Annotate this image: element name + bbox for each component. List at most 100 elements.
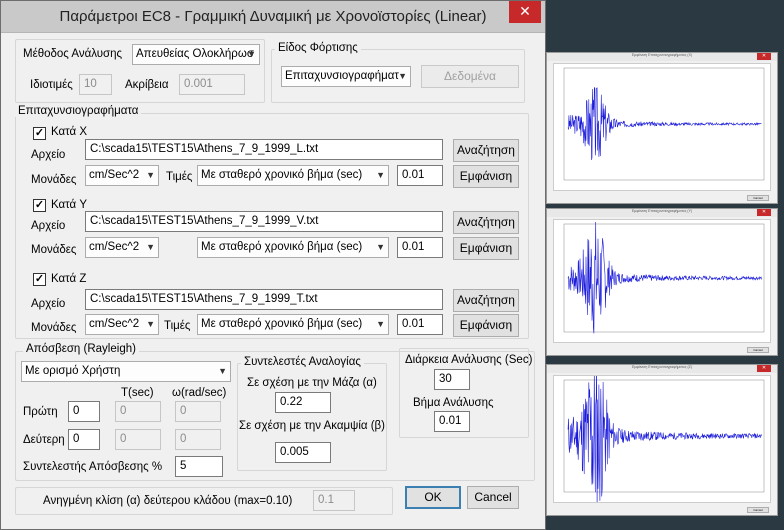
show-button-x[interactable]: Εμφάνιση xyxy=(453,165,519,188)
damping-title: Απόσβεση (Rayleigh) xyxy=(23,343,139,355)
second-label: Δεύτερη xyxy=(23,434,65,446)
first-w-field[interactable]: 0 xyxy=(175,401,221,422)
chevron-down-icon: ▼ xyxy=(247,49,256,59)
plot-window-close-button[interactable]: ✕ xyxy=(757,365,771,372)
accuracy-field[interactable]: 0.001 xyxy=(179,74,245,95)
axis-z-label: Κατά Z xyxy=(51,273,87,285)
second-field[interactable]: 0 xyxy=(68,429,100,450)
units-select-z[interactable]: cm/Sec^2 ▼ xyxy=(85,314,159,335)
analysis-step-field[interactable]: 0.01 xyxy=(434,411,470,432)
axis-x-checkbox[interactable]: ✓ xyxy=(33,127,46,140)
stiffness-field[interactable]: 0.005 xyxy=(275,442,331,463)
units-label-y: Μονάδες xyxy=(31,244,77,256)
chevron-down-icon: ▼ xyxy=(146,242,155,252)
search-button-y[interactable]: Αναζήτηση xyxy=(453,211,519,234)
show-button-y[interactable]: Εμφάνιση xyxy=(453,237,519,260)
show-button-z[interactable]: Εμφάνιση xyxy=(453,314,519,337)
ec8-parameters-dialog: Παράμετροι EC8 - Γραμμική Δυναμική με Χρ… xyxy=(0,0,546,530)
stiffness-label: Σε σχέση με την Ακαμψία (β) xyxy=(239,420,386,432)
proportional-title: Συντελεστές Αναλογίας xyxy=(241,356,364,368)
plot-area xyxy=(553,362,771,515)
plot-cancel-button[interactable]: Cancel xyxy=(747,507,769,513)
mass-field[interactable]: 0.22 xyxy=(275,392,331,413)
method-value: Απευθείας Ολοκλήρωσ xyxy=(136,48,254,60)
ok-button[interactable]: OK xyxy=(405,486,461,509)
file-field-x[interactable]: C:\scada15\TEST15\Athens_7_9_1999_L.txt xyxy=(85,139,443,160)
accelerogram-window-x: Εμφάνιση Επιταχυνσιογραφήματος (X) ✕ Can… xyxy=(546,52,778,204)
axis-y-checkbox[interactable]: ✓ xyxy=(33,199,46,212)
file-label-z: Αρχείο xyxy=(31,298,66,310)
accelerogram-window-z: Εμφάνιση Επιταχυνσιογραφήματος (Z) ✕ Can… xyxy=(546,362,778,516)
chevron-down-icon: ▼ xyxy=(376,319,385,329)
file-field-z[interactable]: C:\scada15\TEST15\Athens_7_9_1999_T.txt xyxy=(85,289,443,310)
chevron-down-icon: ▼ xyxy=(218,366,227,376)
load-type-value: Επιταχυνσιογραφήματ xyxy=(285,70,399,82)
second-w-field[interactable]: 0 xyxy=(175,429,221,450)
chevron-down-icon: ▼ xyxy=(146,319,155,329)
analysis-step-label: Βήμα Ανάλυσης xyxy=(413,397,494,409)
units-select-x[interactable]: cm/Sec^2 ▼ xyxy=(85,165,159,186)
title-bar: Παράμετροι EC8 - Γραμμική Δυναμική με Χρ… xyxy=(1,1,545,33)
second-t-field[interactable]: 0 xyxy=(115,429,161,450)
chevron-down-icon: ▼ xyxy=(376,170,385,180)
axis-z-checkbox[interactable]: ✓ xyxy=(33,273,46,286)
cancel-button[interactable]: Cancel xyxy=(467,486,519,509)
load-type-select[interactable]: Επιταχυνσιογραφήματ ▼ xyxy=(281,66,411,87)
first-label: Πρώτη xyxy=(23,406,58,418)
values-select-y[interactable]: Με σταθερό χρονικό βήμα (sec) ▼ xyxy=(197,237,389,258)
plot-window-title: Εμφάνιση Επιταχυνσιογραφήματος (Y) xyxy=(631,209,693,213)
plot-cancel-button[interactable]: Cancel xyxy=(747,195,769,201)
units-value-z: cm/Sec^2 xyxy=(89,318,140,330)
first-t-field[interactable]: 0 xyxy=(115,401,161,422)
damping-mode-select[interactable]: Με ορισμό Χρήστη ▼ xyxy=(21,361,231,382)
chevron-down-icon: ▼ xyxy=(376,242,385,252)
duration-label: Διάρκεια Ανάλυσης (Sec) xyxy=(405,354,533,366)
mass-label: Σε σχέση με την Μάζα (α) xyxy=(247,377,377,389)
damping-coef-label: Συντελεστής Απόσβεσης % xyxy=(23,461,163,473)
plot-area xyxy=(553,219,771,343)
chevron-down-icon: ▼ xyxy=(146,170,155,180)
values-label-z: Τιμές xyxy=(164,320,191,332)
accuracy-label: Ακρίβεια xyxy=(125,79,169,91)
values-value-y: Με σταθερό χρονικό βήμα (sec) xyxy=(201,241,363,253)
axis-y-label: Κατά Y xyxy=(51,199,88,211)
eigen-field[interactable]: 10 xyxy=(79,74,112,95)
units-select-y[interactable]: cm/Sec^2 ▼ xyxy=(85,237,159,258)
plot-window-close-button[interactable]: ✕ xyxy=(757,53,771,60)
plot-area xyxy=(553,63,771,191)
data-button[interactable]: Δεδομένα xyxy=(421,65,519,88)
file-field-y[interactable]: C:\scada15\TEST15\Athens_7_9_1999_V.txt xyxy=(85,211,443,232)
reduced-slope-field[interactable]: 0.1 xyxy=(313,490,355,511)
values-value-z: Με σταθερό χρονικό βήμα (sec) xyxy=(201,318,363,330)
values-select-x[interactable]: Με σταθερό χρονικό βήμα (sec) ▼ xyxy=(197,165,389,186)
dialog-title: Παράμετροι EC8 - Γραμμική Δυναμική με Χρ… xyxy=(59,8,487,25)
accelerogram-trace xyxy=(567,362,762,515)
reduced-slope-label: Ανηγμένη κλίση (α) δεύτερου κλάδου (max=… xyxy=(43,495,293,507)
search-button-x[interactable]: Αναζήτηση xyxy=(453,139,519,162)
values-value-x: Με σταθερό χρονικό βήμα (sec) xyxy=(201,169,363,181)
plot-cancel-button[interactable]: Cancel xyxy=(747,347,769,353)
t-header: T(sec) xyxy=(121,387,154,399)
search-button-z[interactable]: Αναζήτηση xyxy=(453,289,519,312)
load-type-title: Είδος Φόρτισης xyxy=(275,42,361,54)
chevron-down-icon: ▼ xyxy=(398,71,407,81)
units-value-y: cm/Sec^2 xyxy=(89,241,140,253)
method-select[interactable]: Απευθείας Ολοκλήρωσ ▼ xyxy=(132,44,260,65)
eigen-label: Ιδιοτιμές xyxy=(30,79,73,91)
plot-window-title: Εμφάνιση Επιταχυνσιογραφήματος (X) xyxy=(631,53,693,57)
duration-field[interactable]: 30 xyxy=(434,369,470,390)
file-label-x: Αρχείο xyxy=(31,149,66,161)
step-field-x[interactable]: 0.01 xyxy=(397,165,443,186)
first-field[interactable]: 0 xyxy=(68,401,100,422)
step-field-z[interactable]: 0.01 xyxy=(397,314,443,335)
plot-window-close-button[interactable]: ✕ xyxy=(757,209,771,216)
damping-mode-value: Με ορισμό Χρήστη xyxy=(25,365,121,377)
plot-window-title: Εμφάνιση Επιταχυνσιογραφήματος (Z) xyxy=(632,365,692,369)
close-button[interactable]: ✕ xyxy=(509,1,541,23)
values-select-z[interactable]: Με σταθερό χρονικό βήμα (sec) ▼ xyxy=(197,314,389,335)
method-label: Μέθοδος Ανάλυσης xyxy=(23,48,123,60)
step-field-y[interactable]: 0.01 xyxy=(397,237,443,258)
units-label-z: Μονάδες xyxy=(31,322,77,334)
w-header: ω(rad/sec) xyxy=(172,387,227,399)
damping-coef-field[interactable]: 5 xyxy=(175,456,223,477)
